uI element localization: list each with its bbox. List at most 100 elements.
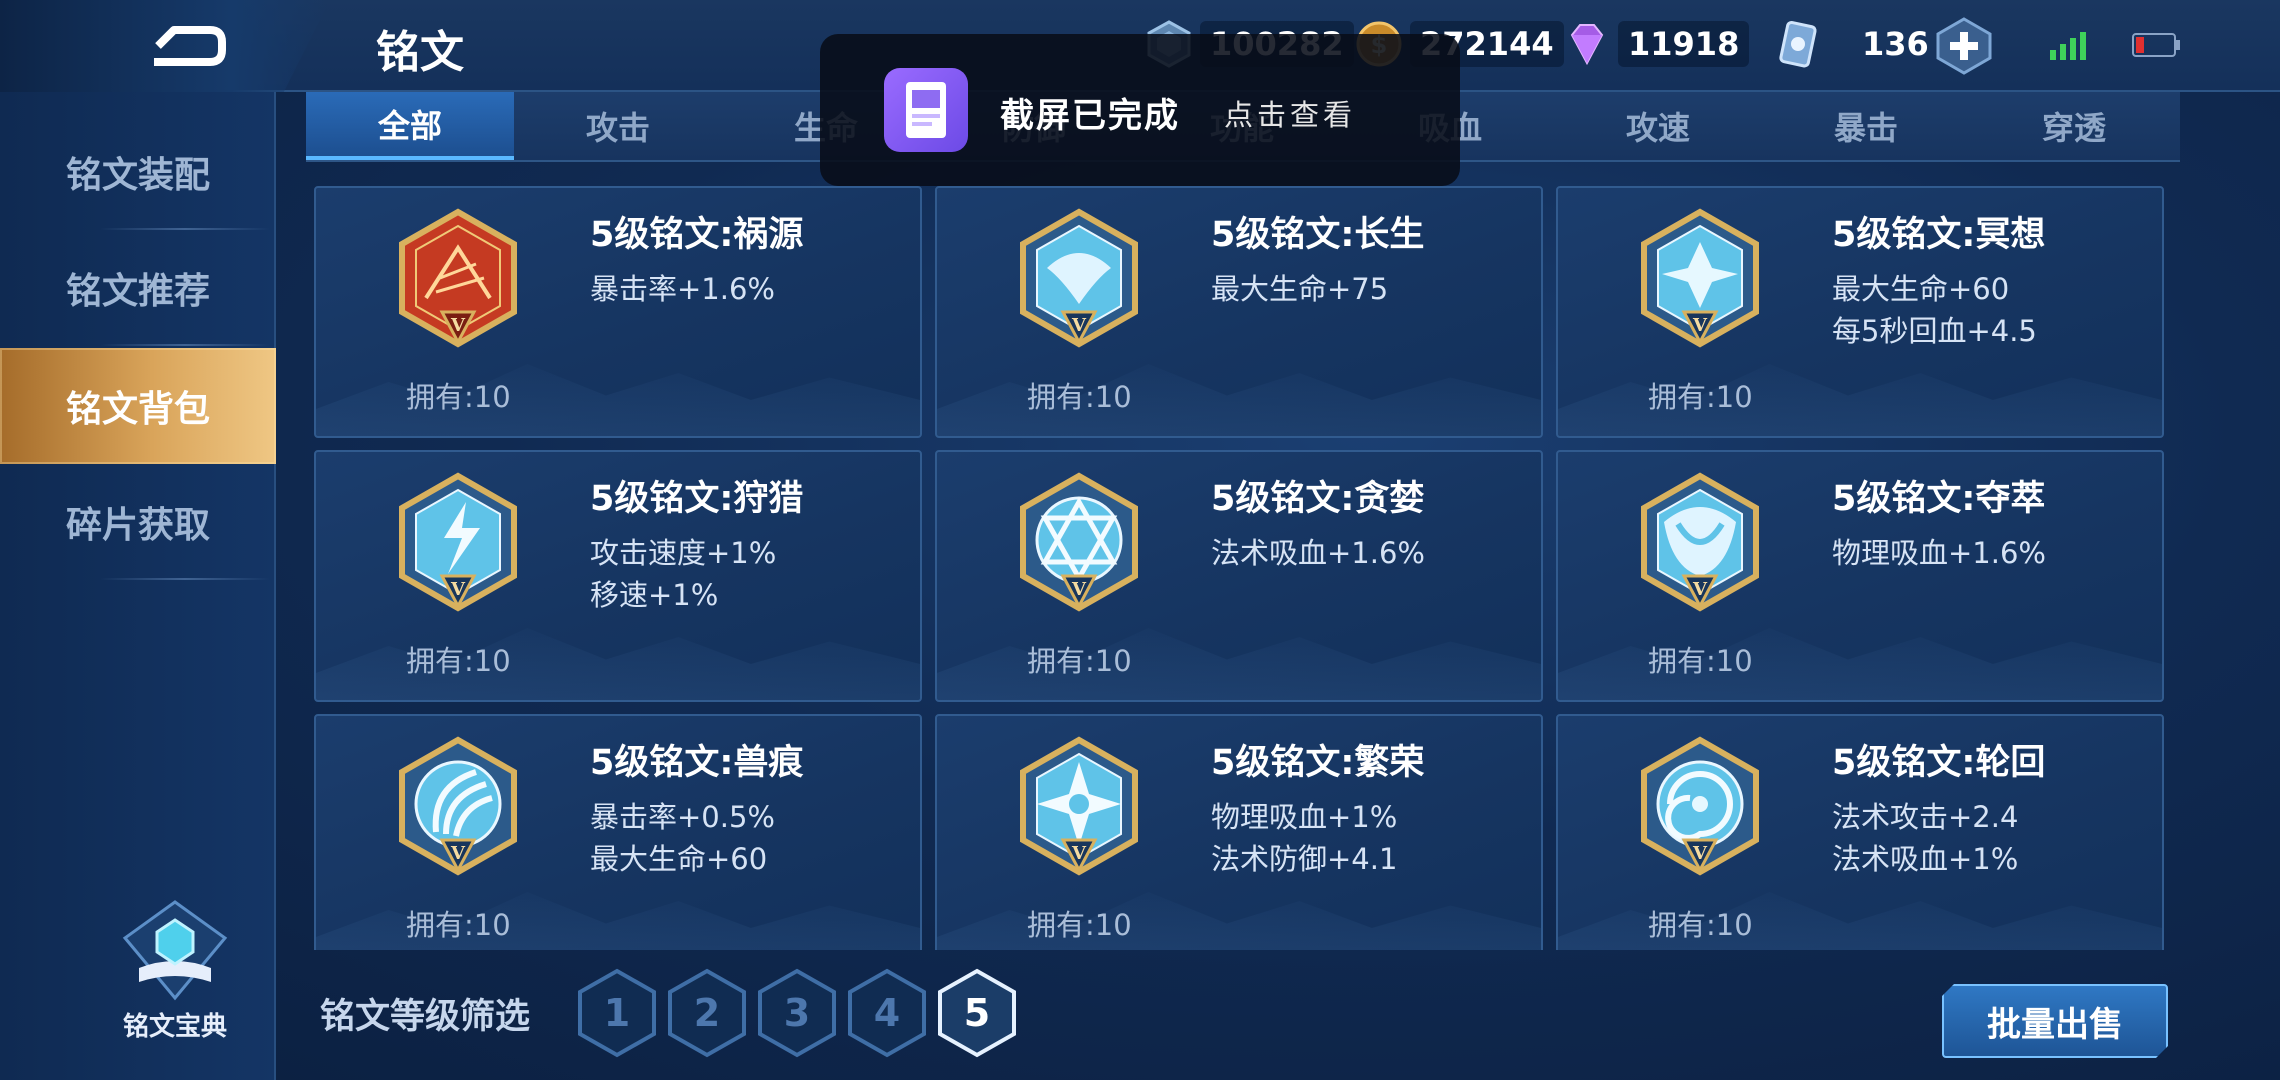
rune-level-badge: V bbox=[1071, 843, 1087, 864]
rune-name: 5级铭文:轮回 bbox=[1832, 743, 2046, 783]
sidebar-divider bbox=[100, 344, 270, 346]
level-filter-label-1: 1 bbox=[603, 991, 631, 1035]
level-filter-label-2: 2 bbox=[693, 991, 721, 1035]
rune-stat: 最大生命+75 bbox=[1211, 272, 1389, 306]
rune-level-badge: V bbox=[450, 579, 466, 600]
rune-card[interactable]: V 5级铭文:兽痕 暴击率+0.5% 最大生命+60 拥有:10 bbox=[314, 714, 922, 950]
sidebar-item-fragment-obtain[interactable]: 碎片获取 bbox=[0, 464, 276, 580]
bulk-sell-button[interactable]: 批量出售 bbox=[1942, 984, 2168, 1058]
rune-stat: 法术攻击+2.4 bbox=[1832, 800, 2019, 834]
rune-level-badge: V bbox=[450, 315, 466, 336]
rune-level-badge: V bbox=[1071, 579, 1087, 600]
rune-emblem-icon: V bbox=[399, 472, 517, 612]
rune-emblem-icon: V bbox=[1020, 472, 1138, 612]
rune-owned-count: 拥有:10 bbox=[1648, 908, 1753, 942]
currency-rune-card-value: 136 bbox=[1862, 25, 1929, 63]
tab-attack-speed[interactable]: 攻速 bbox=[1554, 92, 1762, 160]
page-title: 铭文 bbox=[376, 27, 464, 78]
rune-level-badge: V bbox=[1692, 843, 1708, 864]
signal-icon bbox=[2050, 32, 2086, 60]
rune-name: 5级铭文:贪婪 bbox=[1211, 479, 1425, 519]
level-filter-5[interactable]: 5 bbox=[936, 968, 1018, 1058]
rune-name: 5级铭文:狩猎 bbox=[590, 479, 804, 519]
diamond-icon bbox=[1570, 24, 1604, 66]
rune-emblem-icon: V bbox=[1641, 472, 1759, 612]
rune-stat: 物理吸血+1.6% bbox=[1832, 536, 2046, 570]
sidebar-item-label: 铭文推荐 bbox=[65, 271, 210, 312]
rune-name: 5级铭文:长生 bbox=[1211, 215, 1425, 255]
rune-owned-count: 拥有:10 bbox=[1027, 380, 1132, 414]
tab-penetration[interactable]: 穿透 bbox=[1970, 92, 2178, 160]
rune-emblem-icon: V bbox=[1641, 736, 1759, 876]
back-button[interactable] bbox=[0, 0, 330, 92]
rune-emblem-icon: V bbox=[1641, 208, 1759, 348]
sidebar-divider bbox=[100, 578, 270, 580]
level-filter-1[interactable]: 1 bbox=[576, 968, 658, 1058]
add-currency-button[interactable] bbox=[1934, 16, 1994, 76]
rune-codex-label: 铭文宝典 bbox=[122, 1012, 227, 1042]
screenshot-toast[interactable]: 截屏已完成 点击查看 bbox=[820, 34, 1460, 186]
sidebar-item-label: 铭文装配 bbox=[65, 155, 210, 196]
rune-owned-count: 拥有:10 bbox=[1027, 908, 1132, 942]
sidebar-item-label: 碎片获取 bbox=[65, 505, 210, 546]
level-filter-4[interactable]: 4 bbox=[846, 968, 928, 1058]
tab-attack[interactable]: 攻击 bbox=[514, 92, 722, 160]
rune-codex-icon bbox=[122, 900, 228, 1001]
rune-level-badge: V bbox=[1692, 579, 1708, 600]
rune-card-icon bbox=[1779, 20, 1817, 68]
rune-codex-button[interactable]: 铭文宝典 bbox=[110, 898, 240, 1048]
rune-card[interactable]: V 5级铭文:祸源 暴击率+1.6% 拥有:10 bbox=[314, 186, 922, 438]
rune-card[interactable]: V 5级铭文:繁荣 物理吸血+1% 法术防御+4.1 拥有:10 bbox=[935, 714, 1543, 950]
rune-card[interactable]: V 5级铭文:冥想 最大生命+60 每5秒回血+4.5 拥有:10 bbox=[1556, 186, 2164, 438]
rune-emblem-icon: V bbox=[399, 736, 517, 876]
rune-card[interactable]: V 5级铭文:长生 最大生命+75 拥有:10 bbox=[935, 186, 1543, 438]
sidebar-item-rune-recommend[interactable]: 铭文推荐 bbox=[0, 230, 276, 346]
rune-stat: 暴击率+1.6% bbox=[590, 272, 775, 306]
rune-level-badge: V bbox=[1071, 315, 1087, 336]
rune-stat: 最大生命+60 bbox=[590, 842, 768, 876]
level-filter-label-5: 5 bbox=[963, 991, 991, 1035]
rune-name: 5级铭文:冥想 bbox=[1832, 215, 2046, 255]
level-filter-label-4: 4 bbox=[873, 991, 901, 1035]
rune-stat: 法术吸血+1% bbox=[1832, 842, 2019, 876]
sidebar: 铭文装配 铭文推荐 铭文背包 碎片获取 铭文宝典 bbox=[0, 92, 276, 1080]
rune-name: 5级铭文:祸源 bbox=[590, 215, 804, 255]
rune-owned-count: 拥有:10 bbox=[1648, 380, 1753, 414]
back-arrow-icon bbox=[154, 26, 226, 66]
rune-name: 5级铭文:兽痕 bbox=[590, 743, 804, 783]
screenshot-app-icon bbox=[884, 68, 968, 152]
bottom-bar: 铭文等级筛选 1 2 3 4 5 批量出售 bbox=[306, 950, 2280, 1080]
rune-level-badge: V bbox=[1692, 315, 1708, 336]
rune-stat: 法术防御+4.1 bbox=[1211, 842, 1398, 876]
level-filter-3[interactable]: 3 bbox=[756, 968, 838, 1058]
battery-icon bbox=[2132, 33, 2180, 57]
rune-owned-count: 拥有:10 bbox=[406, 908, 511, 942]
currency-diamond: 11918 bbox=[1562, 16, 1750, 72]
rune-name: 5级铭文:夺萃 bbox=[1832, 479, 2046, 519]
toast-view-action[interactable]: 点击查看 bbox=[1224, 92, 1356, 134]
rune-stat: 移速+1% bbox=[590, 578, 719, 612]
currency-diamond-value: 11918 bbox=[1618, 21, 1750, 67]
rune-card[interactable]: V 5级铭文:夺萃 物理吸血+1.6% 拥有:10 bbox=[1556, 450, 2164, 702]
sidebar-item-label: 铭文背包 bbox=[65, 389, 210, 430]
rune-card[interactable]: V 5级铭文:轮回 法术攻击+2.4 法术吸血+1% 拥有:10 bbox=[1556, 714, 2164, 950]
sidebar-item-rune-bag[interactable]: 铭文背包 bbox=[0, 348, 276, 464]
rune-owned-count: 拥有:10 bbox=[406, 380, 511, 414]
rune-owned-count: 拥有:10 bbox=[1648, 644, 1753, 678]
rune-level-badge: V bbox=[450, 843, 466, 864]
rune-name: 5级铭文:繁荣 bbox=[1211, 743, 1425, 783]
rune-card[interactable]: V 5级铭文:贪婪 法术吸血+1.6% 拥有:10 bbox=[935, 450, 1543, 702]
rune-card[interactable]: V 5级铭文:狩猎 攻击速度+1% 移速+1% 拥有:10 bbox=[314, 450, 922, 702]
rune-stat: 最大生命+60 bbox=[1832, 272, 2010, 306]
rune-emblem-icon: V bbox=[1020, 736, 1138, 876]
level-filter-2[interactable]: 2 bbox=[666, 968, 748, 1058]
tab-critical[interactable]: 暴击 bbox=[1762, 92, 1970, 160]
rune-stat: 每5秒回血+4.5 bbox=[1832, 314, 2037, 348]
sidebar-item-rune-equip[interactable]: 铭文装配 bbox=[0, 114, 276, 230]
tab-all[interactable]: 全部 bbox=[306, 92, 514, 160]
currency-rune-card: 136 bbox=[1772, 16, 1939, 72]
rune-emblem-icon: V bbox=[399, 208, 517, 348]
level-filter-label-3: 3 bbox=[783, 991, 811, 1035]
toast-message: 截屏已完成 bbox=[1000, 96, 1180, 136]
rune-stat: 法术吸血+1.6% bbox=[1211, 536, 1425, 570]
